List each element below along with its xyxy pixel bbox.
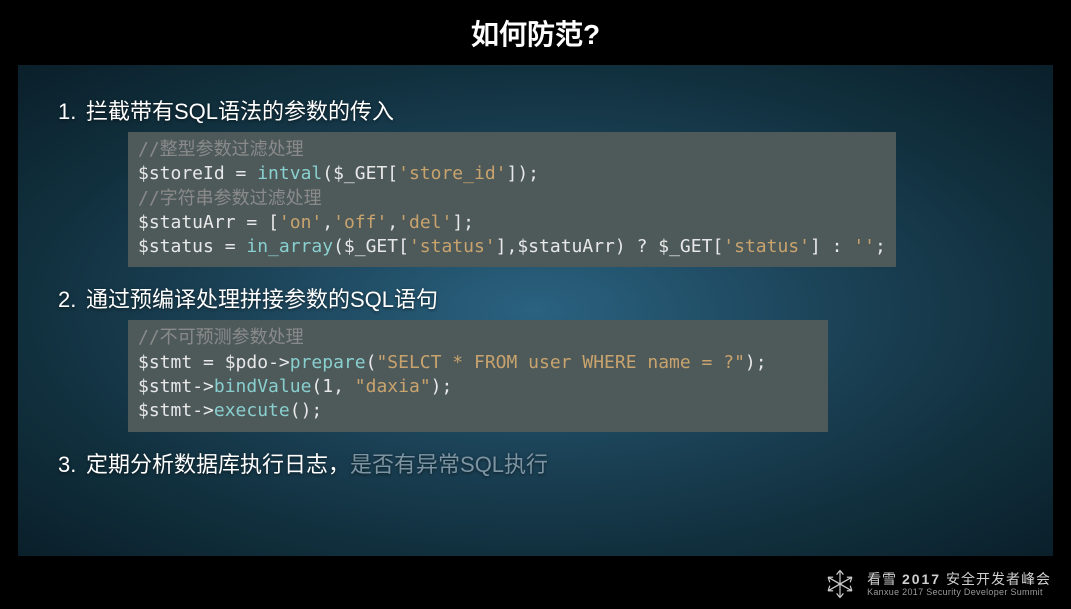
snowflake-icon bbox=[823, 567, 857, 601]
item-3-heading: 3.定期分析数据库执行日志，是否有异常SQL执行 bbox=[58, 448, 1013, 481]
footer-text: 看雪 2017 安全开发者峰会 Kanxue 2017 Security Dev… bbox=[867, 571, 1051, 597]
item-3-text: 定期分析数据库执行日志， bbox=[86, 452, 350, 477]
item-3-tail: 是否有异常SQL执行 bbox=[350, 452, 548, 477]
footer-cn: 安全开发者峰会 bbox=[946, 571, 1051, 587]
item-1-heading: 1.拦截带有SQL语法的参数的传入 bbox=[58, 95, 1013, 128]
item-2-number: 2. bbox=[58, 283, 86, 316]
footer-sub: Kanxue 2017 Security Developer Summit bbox=[867, 587, 1051, 597]
title-text: 如何防范? bbox=[471, 13, 600, 53]
item-1: 1.拦截带有SQL语法的参数的传入 //整型参数过滤处理 $storeId = … bbox=[58, 95, 1013, 277]
item-2-heading: 2.通过预编译处理拼接参数的SQL语句 bbox=[58, 283, 1013, 316]
item-1-number: 1. bbox=[58, 95, 86, 128]
footer-year: 2017 bbox=[902, 571, 941, 587]
slide-body: 1.拦截带有SQL语法的参数的传入 //整型参数过滤处理 $storeId = … bbox=[18, 65, 1053, 556]
item-3: 3.定期分析数据库执行日志，是否有异常SQL执行 bbox=[58, 448, 1013, 481]
content-area: 1.拦截带有SQL语法的参数的传入 //整型参数过滤处理 $storeId = … bbox=[18, 65, 1053, 481]
footer-main: 看雪 2017 安全开发者峰会 bbox=[867, 571, 1051, 587]
item-1-text: 拦截带有SQL语法的参数的传入 bbox=[86, 99, 394, 124]
slide-title: 如何防范? bbox=[0, 0, 1071, 65]
code-block-1: //整型参数过滤处理 $storeId = intval($_GET['stor… bbox=[128, 132, 896, 267]
item-2-text: 通过预编译处理拼接参数的SQL语句 bbox=[86, 287, 438, 312]
footer-brand: 看雪 bbox=[867, 571, 897, 587]
footer: 看雪 2017 安全开发者峰会 Kanxue 2017 Security Dev… bbox=[823, 567, 1051, 601]
item-3-number: 3. bbox=[58, 448, 86, 481]
item-2: 2.通过预编译处理拼接参数的SQL语句 //不可预测参数处理 $stmt = $… bbox=[58, 283, 1013, 441]
code-block-2: //不可预测参数处理 $stmt = $pdo->prepare("SELCT … bbox=[128, 320, 828, 431]
